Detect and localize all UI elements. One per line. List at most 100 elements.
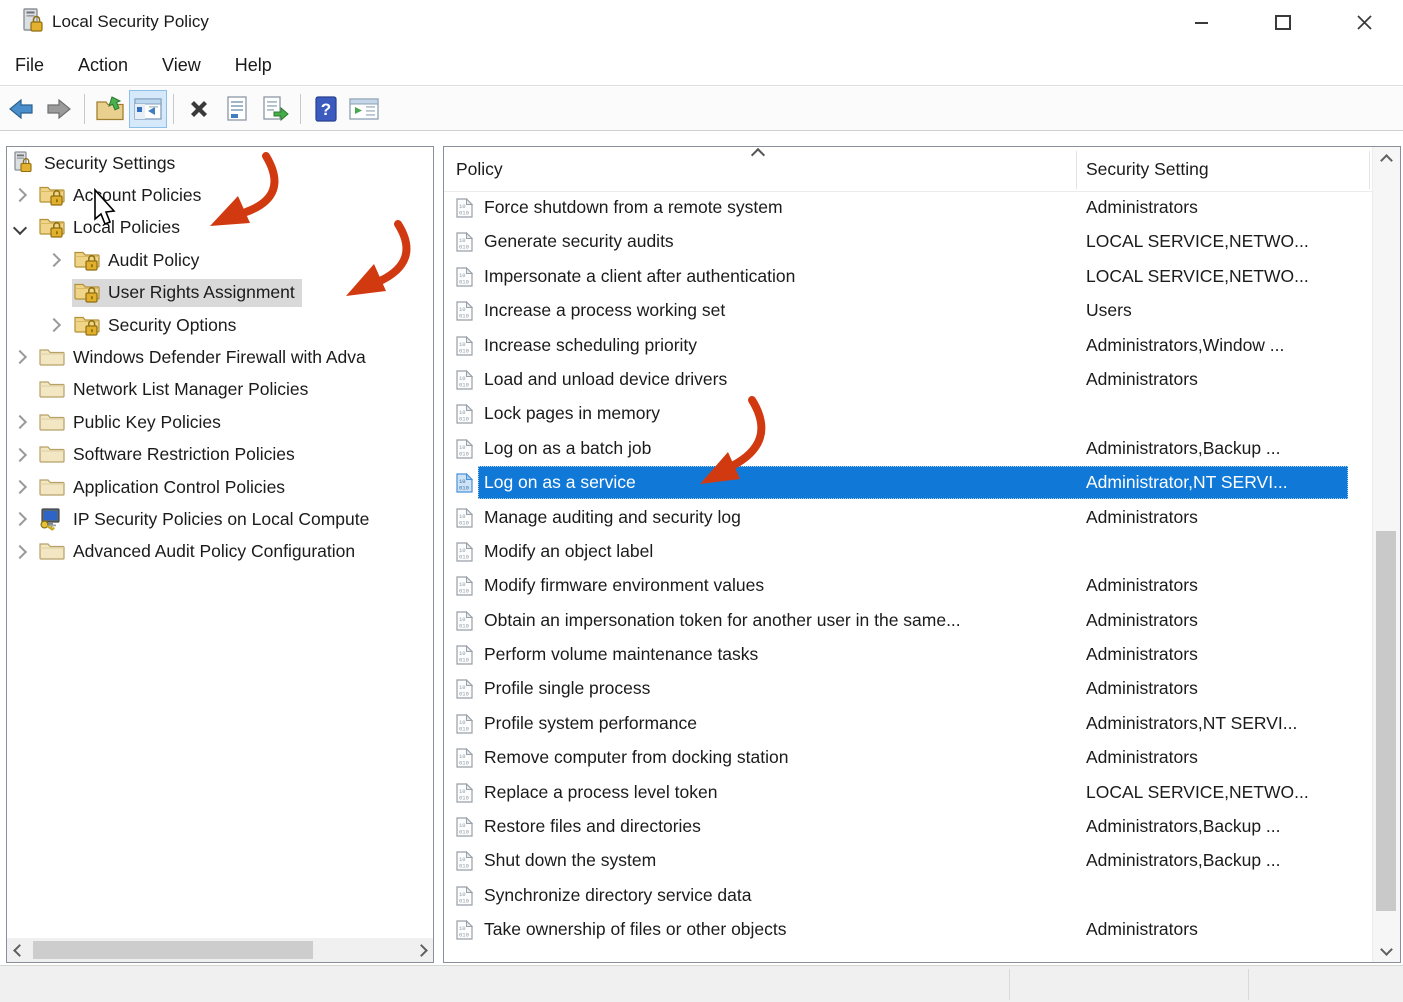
show-action-pane-button[interactable] <box>345 90 383 128</box>
tree-item-user-rights-assignment[interactable]: User Rights Assignment <box>7 277 433 309</box>
policy-row-modify-firmware-environment-values[interactable]: 10 010 Modify firmware environment values A… <box>444 569 1400 603</box>
minimize-button[interactable] <box>1178 0 1224 45</box>
tree-horizontal-scrollbar[interactable] <box>7 938 433 962</box>
security-setting-cell: Administrators <box>1086 919 1198 940</box>
policy-name-cell: Lock pages in memory <box>484 403 661 424</box>
chevron-right-icon[interactable] <box>12 415 28 430</box>
svg-text:010: 010 <box>459 485 469 492</box>
policy-row-lock-pages-in-memory[interactable]: 10 010 Lock pages in memory <box>444 397 1400 431</box>
menu-action[interactable]: Action <box>76 53 130 78</box>
chevron-right-icon[interactable] <box>12 544 28 559</box>
up-one-level-button[interactable] <box>91 90 129 128</box>
tree-item-body[interactable]: User Rights Assignment <box>72 278 302 307</box>
policy-row-load-and-unload-device-drivers[interactable]: 10 010 Load and unload device drivers Admin… <box>444 363 1400 397</box>
tree-item-local-policies[interactable]: Local Policies <box>7 212 433 244</box>
maximize-button[interactable] <box>1260 0 1306 45</box>
svg-text:010: 010 <box>459 760 469 767</box>
policy-row-take-ownership-of-files-or-other-objects[interactable]: 10 010 Take ownership of files or other ob… <box>444 913 1400 947</box>
security-setting-cell: Administrators <box>1086 678 1198 699</box>
tree-item-label: Audit Policy <box>108 249 200 270</box>
tree-item-body[interactable]: Account Policies <box>37 181 208 209</box>
chevron-right-icon[interactable] <box>12 350 28 365</box>
column-header-security-setting[interactable]: Security Setting <box>1086 159 1209 180</box>
menu-help[interactable]: Help <box>233 53 274 78</box>
policy-doc-icon: 10 010 <box>456 507 474 533</box>
policy-row-log-on-as-a-batch-job[interactable]: 10 010 Log on as a batch job Administrators… <box>444 432 1400 466</box>
tree-item-advanced-audit-policy-configuration[interactable]: Advanced Audit Policy Configuration <box>7 536 433 568</box>
policy-row-modify-an-object-label[interactable]: 10 010 Modify an object label <box>444 535 1400 569</box>
tree-item-network-list-manager-policies[interactable]: Network List Manager Policies <box>7 374 433 406</box>
forward-button[interactable] <box>40 90 78 128</box>
policy-row-shut-down-the-system[interactable]: 10 010 Shut down the system Administrators,… <box>444 844 1400 878</box>
tree-item-audit-policy[interactable]: Audit Policy <box>7 244 433 276</box>
tree-item-body[interactable]: Public Key Policies <box>37 408 228 436</box>
tree-item-ip-security-policies-on-local-compute[interactable]: IP Security Policies on Local Compute <box>7 503 433 535</box>
policy-row-increase-a-process-working-set[interactable]: 10 010 Increase a process working set Users <box>444 294 1400 328</box>
column-divider[interactable] <box>1076 151 1077 189</box>
policy-row-generate-security-audits[interactable]: 10 010 Generate security audits LOCAL SERVI… <box>444 225 1400 259</box>
policy-row-replace-a-process-level-token[interactable]: 10 010 Replace a process level token LOCAL … <box>444 776 1400 810</box>
tree-item-body[interactable]: Security Options <box>72 311 243 339</box>
show-console-tree-button[interactable] <box>129 89 167 128</box>
policy-row-increase-scheduling-priority[interactable]: 10 010 Increase scheduling priority Adminis… <box>444 329 1400 363</box>
column-divider[interactable] <box>1369 151 1370 189</box>
scroll-left-button[interactable] <box>7 938 31 962</box>
menu-file[interactable]: File <box>13 53 46 78</box>
tree-item-body[interactable]: Windows Defender Firewall with Adva <box>37 343 373 371</box>
tree-item-body[interactable]: IP Security Policies on Local Compute <box>37 505 376 533</box>
show-action-pane-icon <box>349 97 379 120</box>
policy-row-obtain-an-impersonation-token-for-another-user-in-the-same[interactable]: 10 010 Obtain an impersonation token for a… <box>444 604 1400 638</box>
tree-item-public-key-policies[interactable]: Public Key Policies <box>7 406 433 438</box>
chevron-right-icon[interactable] <box>12 479 28 495</box>
policy-row-restore-files-and-directories[interactable]: 10 010 Restore files and directories Admini… <box>444 810 1400 844</box>
chevron-right-icon[interactable] <box>12 188 28 203</box>
chevron-right-icon[interactable] <box>12 447 28 462</box>
close-button[interactable] <box>1341 0 1387 45</box>
tree-item-body[interactable]: Security Settings <box>8 149 182 177</box>
export-list-button[interactable] <box>256 90 294 128</box>
svg-text:010: 010 <box>459 244 469 251</box>
tree-item-windows-defender-firewall-with-adva[interactable]: Windows Defender Firewall with Adva <box>7 341 433 373</box>
policy-row-synchronize-directory-service-data[interactable]: 10 010 Synchronize directory service data <box>444 879 1400 913</box>
window-title: Local Security Policy <box>52 12 209 31</box>
chevron-right-icon[interactable] <box>46 317 62 333</box>
scroll-down-button[interactable] <box>1373 936 1400 962</box>
chevron-right-icon[interactable] <box>12 512 28 527</box>
policy-row-force-shutdown-from-a-remote-system[interactable]: 10 010 Force shutdown from a remote system… <box>444 191 1400 225</box>
chevron-down-icon[interactable] <box>12 220 28 235</box>
menu-view[interactable]: View <box>160 53 203 78</box>
policy-row-profile-system-performance[interactable]: 10 010 Profile system performance Administr… <box>444 707 1400 741</box>
chevron-down-icon <box>1380 942 1393 956</box>
scroll-right-button[interactable] <box>409 938 433 962</box>
tree-item-security-options[interactable]: Security Options <box>7 309 433 341</box>
policy-row-perform-volume-maintenance-tasks[interactable]: 10 010 Perform volume maintenance tasks Adm… <box>444 638 1400 672</box>
chevron-right-icon[interactable] <box>46 253 62 268</box>
policy-row-remove-computer-from-docking-station[interactable]: 10 010 Remove computer from docking statio… <box>444 741 1400 775</box>
scroll-up-button[interactable] <box>1373 147 1400 173</box>
properties-button[interactable] <box>218 90 256 128</box>
delete-button[interactable] <box>180 90 218 128</box>
tree-item-application-control-policies[interactable]: Application Control Policies <box>7 471 433 503</box>
tree-item-body[interactable]: Software Restriction Policies <box>37 441 302 469</box>
tree-item-body[interactable]: Audit Policy <box>72 246 206 274</box>
horizontal-scroll-thumb[interactable] <box>33 941 313 959</box>
vertical-scroll-thumb[interactable] <box>1376 531 1396 911</box>
policy-row-log-on-as-a-service[interactable]: 10 010 Log on as a service Administrator,NT… <box>444 466 1400 500</box>
security-setting-cell: Administrators <box>1086 506 1198 527</box>
tree-item-account-policies[interactable]: Account Policies <box>7 179 433 211</box>
policy-row-manage-auditing-and-security-log[interactable]: 10 010 Manage auditing and security log Adm… <box>444 501 1400 535</box>
policy-doc-icon: 10 010 <box>456 232 474 257</box>
list-vertical-scrollbar[interactable] <box>1372 147 1400 962</box>
policy-row-impersonate-a-client-after-authentication[interactable]: 10 010 Impersonate a client after authenti… <box>444 260 1400 294</box>
policy-name-cell: Perform volume maintenance tasks <box>484 644 759 665</box>
tree-item-software-restriction-policies[interactable]: Software Restriction Policies <box>7 439 433 471</box>
back-button[interactable] <box>2 90 40 128</box>
tree-item-body[interactable]: Advanced Audit Policy Configuration <box>37 538 362 566</box>
policy-row-profile-single-process[interactable]: 10 010 Profile single process Administrator… <box>444 672 1400 706</box>
tree-item-body[interactable]: Network List Manager Policies <box>37 376 315 404</box>
tree-item-security-settings[interactable]: Security Settings <box>7 147 433 179</box>
column-header-policy[interactable]: Policy <box>456 159 503 180</box>
tree-item-body[interactable]: Application Control Policies <box>37 473 292 501</box>
help-button[interactable]: ? <box>307 90 345 128</box>
tree-item-body[interactable]: Local Policies <box>37 214 187 242</box>
